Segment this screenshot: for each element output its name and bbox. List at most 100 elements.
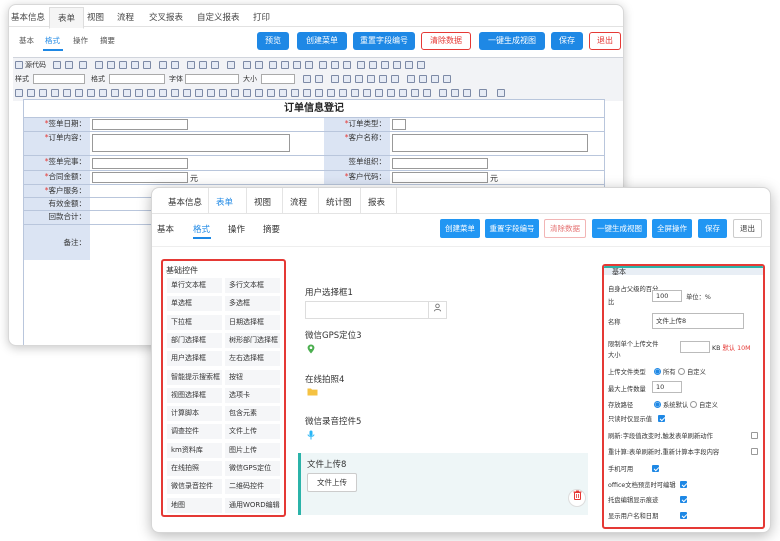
- image-icon[interactable]: [357, 61, 365, 69]
- view-select-icon[interactable]: [243, 89, 251, 97]
- exit-button[interactable]: 退出: [733, 219, 762, 238]
- indent-icon[interactable]: [281, 61, 289, 69]
- global-icon[interactable]: [463, 89, 471, 97]
- bold-icon[interactable]: [331, 75, 339, 83]
- stamp-icon[interactable]: [387, 89, 395, 97]
- preview-doc-icon[interactable]: [65, 61, 73, 69]
- tree-dept-icon[interactable]: [327, 89, 335, 97]
- record-icon[interactable]: [231, 89, 239, 97]
- palette-item[interactable]: 选项卡: [225, 387, 280, 403]
- smart-search-icon[interactable]: [315, 89, 323, 97]
- palette-item[interactable]: 日期选择框: [225, 314, 280, 330]
- bg-color-icon[interactable]: [315, 75, 323, 83]
- front-subtab-format[interactable]: 格式: [193, 223, 210, 235]
- font-select[interactable]: [185, 74, 239, 84]
- trash-icon[interactable]: [568, 489, 586, 507]
- back-tab-print[interactable]: 打印: [253, 11, 270, 23]
- name-input[interactable]: 文件上传8: [652, 313, 744, 329]
- front-subtab-action[interactable]: 操作: [228, 223, 245, 235]
- palette-item[interactable]: 二维码控件: [225, 479, 280, 495]
- paste-text-icon[interactable]: [131, 61, 139, 69]
- align-right-icon[interactable]: [431, 75, 439, 83]
- template-icon[interactable]: [79, 61, 87, 69]
- pic-upload-icon[interactable]: [363, 89, 371, 97]
- palette-item[interactable]: 部门选择框: [167, 332, 222, 348]
- underline-icon[interactable]: [355, 75, 363, 83]
- back-subtab-basic[interactable]: 基本: [19, 35, 34, 46]
- textarea-icon[interactable]: [63, 89, 71, 97]
- back-tab-cross-report[interactable]: 交叉报表: [149, 11, 183, 23]
- button-icon[interactable]: [87, 89, 95, 97]
- preview-button[interactable]: 预览: [257, 32, 289, 50]
- find-icon[interactable]: [187, 61, 195, 69]
- align-left-icon[interactable]: [407, 75, 415, 83]
- front-tab-form[interactable]: 表单: [216, 196, 233, 208]
- sign-owner-input[interactable]: [92, 158, 188, 169]
- order-content-input[interactable]: [92, 134, 290, 152]
- barcode-icon[interactable]: [399, 89, 407, 97]
- anchor-field-icon[interactable]: [451, 89, 459, 97]
- palette-item[interactable]: 多选框: [225, 296, 280, 312]
- create-menu-button[interactable]: 创建菜单: [440, 219, 480, 238]
- word-icon[interactable]: [291, 89, 299, 97]
- sign-date-input[interactable]: [92, 119, 188, 130]
- new-doc-icon[interactable]: [53, 61, 61, 69]
- style-select[interactable]: [33, 74, 85, 84]
- undo-icon[interactable]: [159, 61, 167, 69]
- front-tab-basic-info[interactable]: 基本信息: [168, 196, 202, 208]
- path-default-radio[interactable]: [654, 401, 661, 408]
- contract-amount-input[interactable]: [92, 172, 188, 183]
- left-right-icon[interactable]: [339, 89, 347, 97]
- canvas-gps-label[interactable]: 微信GPS定位3: [305, 329, 362, 341]
- qrcode-icon[interactable]: [195, 89, 203, 97]
- copy-icon[interactable]: [107, 61, 115, 69]
- survey-icon[interactable]: [267, 89, 275, 97]
- palette-item[interactable]: 调查控件: [167, 424, 222, 440]
- anchor-icon[interactable]: [343, 61, 351, 69]
- div-icon[interactable]: [305, 61, 313, 69]
- front-tab-view[interactable]: 视图: [254, 196, 271, 208]
- smiley-icon[interactable]: [405, 61, 413, 69]
- unlink-icon[interactable]: [331, 61, 339, 69]
- palette-item[interactable]: 单选框: [167, 296, 222, 312]
- italic-icon[interactable]: [343, 75, 351, 83]
- back-create-menu-button[interactable]: 创建菜单: [297, 32, 347, 50]
- chart-icon[interactable]: [411, 89, 419, 97]
- sign-org-input[interactable]: [392, 158, 488, 169]
- palette-item[interactable]: 地图: [167, 497, 222, 513]
- link-icon[interactable]: [319, 61, 327, 69]
- back-tab-view[interactable]: 视图: [87, 11, 104, 23]
- property-checkbox[interactable]: [652, 465, 659, 472]
- outdent-icon[interactable]: [269, 61, 277, 69]
- select-icon[interactable]: [75, 89, 83, 97]
- property-checkbox[interactable]: [680, 481, 687, 488]
- back-reset-field-button[interactable]: 重置字段编号: [353, 32, 415, 50]
- path-custom-radio[interactable]: [690, 401, 697, 408]
- front-tab-report[interactable]: 报表: [368, 196, 385, 208]
- back-subtab-action[interactable]: 操作: [73, 35, 88, 46]
- customer-name-input[interactable]: [392, 134, 588, 152]
- palette-item[interactable]: 多行文本框: [225, 278, 280, 293]
- back-tab-flow[interactable]: 流程: [117, 11, 134, 23]
- special-char-icon[interactable]: [417, 61, 425, 69]
- tab-control-icon[interactable]: [255, 89, 263, 97]
- blockquote-icon[interactable]: [293, 61, 301, 69]
- subform-icon[interactable]: [423, 89, 431, 97]
- back-subtab-summary[interactable]: 摘要: [100, 35, 115, 46]
- front-tab-stat-chart[interactable]: 统计图: [326, 196, 352, 208]
- strike-icon[interactable]: [367, 75, 375, 83]
- selected-upload-control[interactable]: 文件上传8 文件上传: [298, 453, 588, 515]
- table-icon[interactable]: [381, 61, 389, 69]
- order-type-select[interactable]: [392, 119, 406, 130]
- paste-word-icon[interactable]: [143, 61, 151, 69]
- source-label[interactable]: 源代码: [25, 60, 46, 70]
- property-checkbox[interactable]: [751, 432, 758, 439]
- reset-field-button[interactable]: 重置字段编号: [485, 219, 539, 238]
- back-clear-data-button[interactable]: 清除数据: [421, 32, 471, 50]
- form-icon[interactable]: [15, 89, 23, 97]
- palette-item[interactable]: 单行文本框: [167, 278, 222, 293]
- palette-item[interactable]: 用户选择框: [167, 351, 222, 367]
- bullet-list-icon[interactable]: [255, 61, 263, 69]
- customer-code-input[interactable]: [392, 172, 488, 183]
- palette-item[interactable]: 在线拍照: [167, 461, 222, 476]
